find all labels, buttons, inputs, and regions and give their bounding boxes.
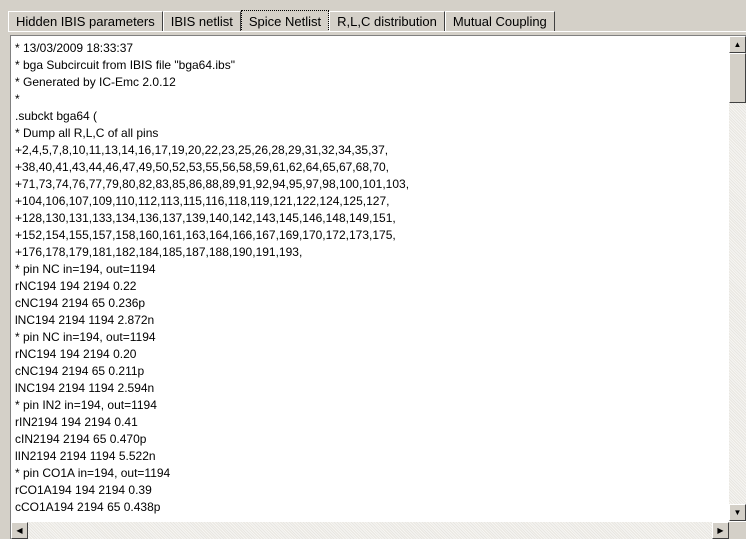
netlist-line: * <box>15 92 20 106</box>
arrow-right-icon[interactable]: ▶ <box>712 522 729 539</box>
netlist-line: +71,73,74,76,77,79,80,82,83,85,86,88,89,… <box>15 177 410 191</box>
netlist-line: rNC194 194 2194 0.22 <box>15 279 137 293</box>
tab-r-l-c-distribution[interactable]: R,L,C distribution <box>329 11 445 31</box>
netlist-line: * pin IN2 in=194, out=1194 <box>15 398 157 412</box>
netlist-line: cNC194 2194 65 0.211p <box>15 364 145 378</box>
netlist-line: rIN2194 194 2194 0.41 <box>15 415 138 429</box>
netlist-line: cIN2194 2194 65 0.470p <box>15 432 147 446</box>
netlist-line: * pin CO1A in=194, out=1194 <box>15 466 171 480</box>
tab-bar: Hidden IBIS parameters IBIS netlist Spice … <box>0 0 746 34</box>
netlist-line: cNC194 2194 65 0.236p <box>15 296 146 310</box>
netlist-line: * 13/03/2009 18:33:37 <box>15 41 134 55</box>
netlist-line: * pin NC in=194, out=1194 <box>15 330 156 344</box>
netlist-line: +152,154,155,157,158,160,161,163,164,166… <box>15 228 396 242</box>
netlist-line: * bga Subcircuit from IBIS file "bga64.i… <box>15 58 235 72</box>
netlist-line: rCO1A194 194 2194 0.39 <box>15 483 152 497</box>
netlist-line: +2,4,5,7,8,10,11,13,14,16,17,19,20,22,23… <box>15 143 389 157</box>
netlist-line: +104,106,107,109,110,112,113,115,116,118… <box>15 194 390 208</box>
netlist-line: .subckt bga64 ( <box>15 109 98 123</box>
netlist-line: +38,40,41,43,44,46,47,49,50,52,53,55,56,… <box>15 160 390 174</box>
arrow-up-icon[interactable]: ▲ <box>729 36 746 53</box>
netlist-line: * pin NC in=194, out=1194 <box>15 262 156 276</box>
tab-spice-netlist[interactable]: Spice Netlist <box>240 10 330 32</box>
vertical-scroll-thumb[interactable] <box>729 53 746 103</box>
netlist-line: lIN2194 2194 1194 5.522n <box>15 449 156 463</box>
netlist-line: lNC194 2194 1194 2.594n <box>15 381 155 395</box>
arrow-down-icon[interactable]: ▼ <box>729 504 746 521</box>
netlist-line: * Generated by IC-Emc 2.0.12 <box>15 75 176 89</box>
netlist-line: rNC194 194 2194 0.20 <box>15 347 137 361</box>
netlist-line: +128,130,131,133,134,136,137,139,140,142… <box>15 211 396 225</box>
netlist-line: cCO1A194 2194 65 0.438p <box>15 500 161 514</box>
netlist-line: lNC194 2194 1194 2.872n <box>15 313 155 327</box>
tab-strip: Hidden IBIS parameters IBIS netlist Spice … <box>8 10 555 32</box>
tab-divider <box>8 31 746 34</box>
netlist-text[interactable]: * 13/03/2009 18:33:37 * bga Subcircuit fr… <box>15 40 728 516</box>
arrow-left-icon[interactable]: ◀ <box>11 522 28 539</box>
spice-netlist-editor[interactable]: * 13/03/2009 18:33:37 * bga Subcircuit fr… <box>10 35 746 539</box>
tab-ibis-netlist[interactable]: IBIS netlist <box>162 11 241 31</box>
netlist-line: * Dump all R,L,C of all pins <box>15 126 159 140</box>
tab-hidden-ibis-parameters[interactable]: Hidden IBIS parameters <box>8 11 163 31</box>
horizontal-scrollbar[interactable]: ◀ ▶ <box>11 522 729 539</box>
vertical-scrollbar[interactable]: ▲ ▼ <box>729 36 746 521</box>
scroll-corner <box>729 522 746 539</box>
netlist-line: +176,178,179,181,182,184,185,187,188,190… <box>15 245 303 259</box>
tab-mutual-coupling[interactable]: Mutual Coupling <box>444 11 555 31</box>
